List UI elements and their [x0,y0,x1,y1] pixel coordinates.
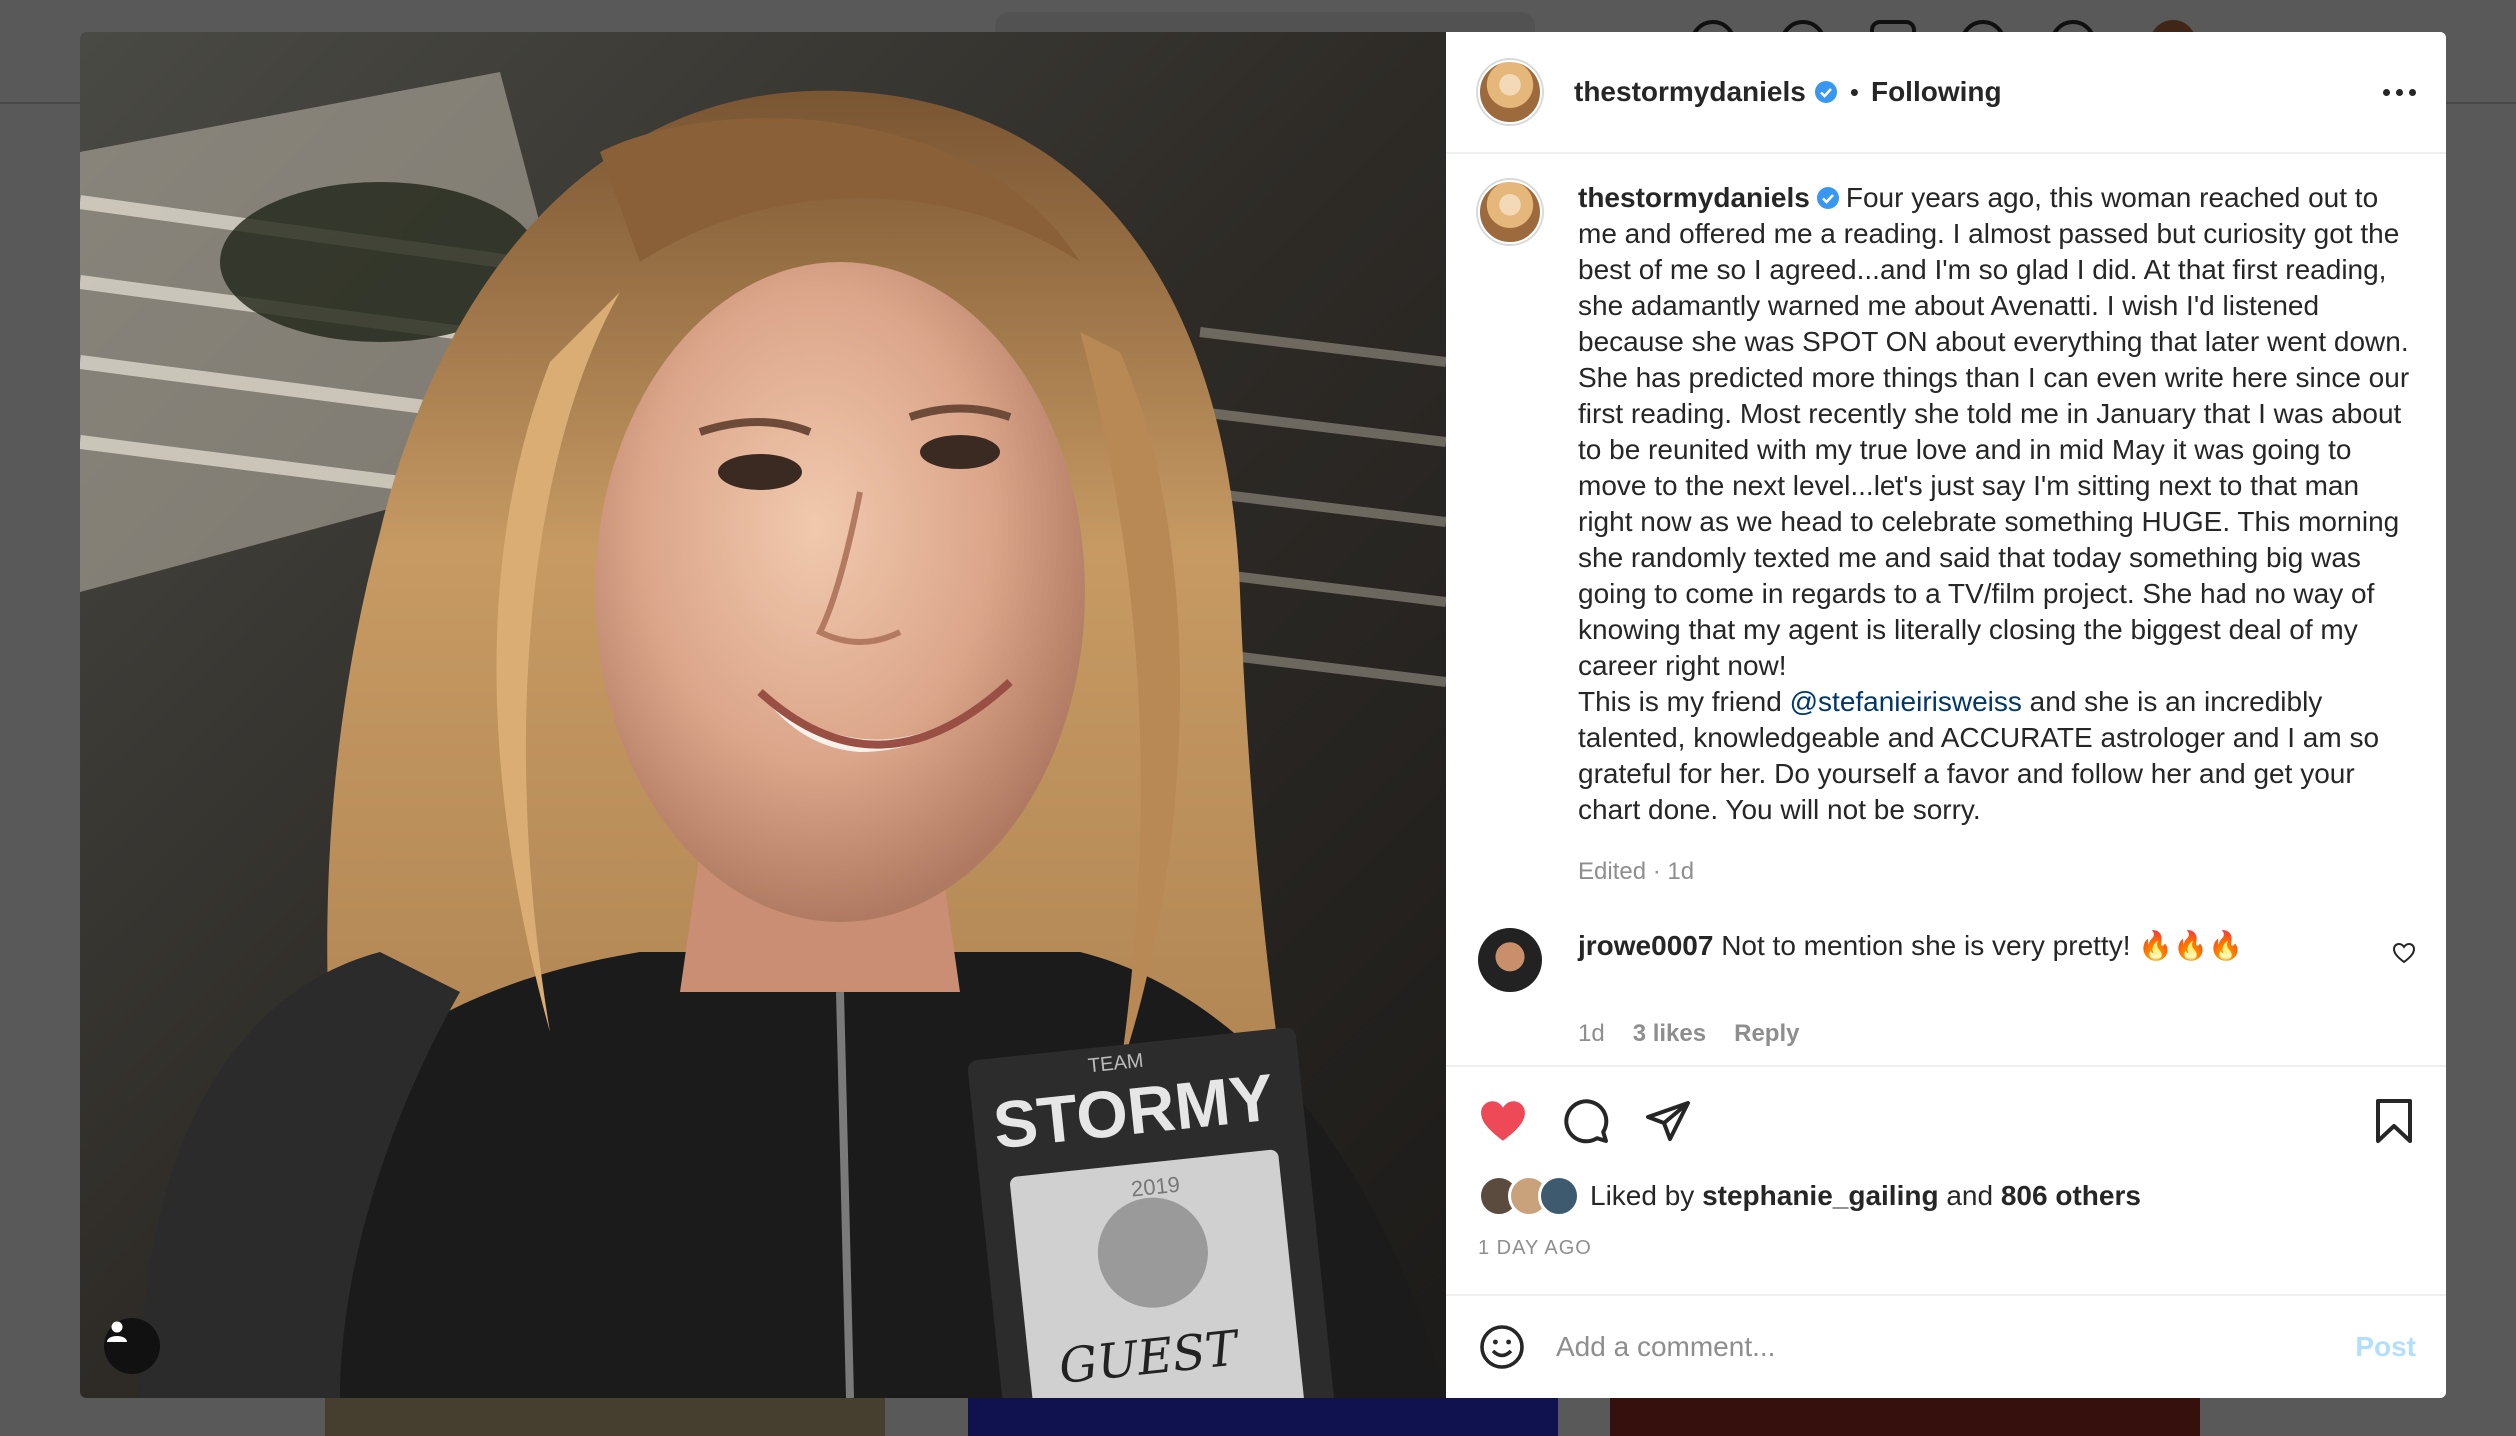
comment-age: 1d [1578,1020,1605,1047]
post-photo-illustration: TEAM STORMY 2019 GUEST [80,32,1446,1398]
post-header: thestormydaniels • Following [1446,32,2446,154]
post-modal: TEAM STORMY 2019 GUEST thestormydaniels … [80,32,2446,1398]
liker-avatar[interactable] [1538,1175,1580,1217]
add-comment-input[interactable]: Add a comment... [1556,1331,2355,1363]
verified-badge-icon [1814,81,1837,103]
following-button[interactable]: Following [1871,76,2002,108]
separator-dot: • [1849,76,1859,107]
liked-by-and: and [1946,1180,1994,1211]
user-tag-button[interactable] [104,1318,160,1374]
liked-by-user[interactable]: stephanie_gailing [1702,1180,1939,1212]
liked-by-prefix: Liked by [1590,1180,1695,1211]
comment-likes[interactable]: 3 likes [1633,1020,1706,1048]
post-comments-area[interactable]: thestormydaniels Four years ago, this wom… [1446,154,2446,1065]
post-side-panel: thestormydaniels • Following thestormyda… [1446,32,2446,1398]
mention-link[interactable]: @stefanieirisweiss [1790,686,2022,717]
more-icon[interactable] [2383,88,2416,96]
caption-username[interactable]: thestormydaniels [1578,182,1810,213]
post-comment-button[interactable]: Post [2355,1331,2416,1363]
caption-avatar[interactable] [1478,180,1542,244]
commenter-username[interactable]: jrowe0007 [1578,930,1713,961]
caption-main: Four years ago, this woman reached out t… [1578,182,2410,681]
comment-reply-button[interactable]: Reply [1734,1020,1799,1048]
comment-text-block: jrowe0007 Not to mention she is very pre… [1578,928,2278,992]
author-username[interactable]: thestormydaniels [1574,76,1806,108]
bookmark-icon[interactable] [2372,1097,2416,1145]
comment-icon[interactable] [1562,1097,1610,1145]
likes-summary: Liked by stephanie_gailing and 806 other… [1446,1175,2446,1217]
action-bar [1446,1065,2446,1175]
commenter-avatar[interactable] [1478,928,1542,992]
caption-text: thestormydaniels Four years ago, this wom… [1578,180,2416,828]
emoji-icon[interactable] [1478,1323,1526,1371]
share-icon[interactable] [1644,1097,1692,1145]
liked-by-others[interactable]: 806 others [2001,1180,2141,1212]
comment-like-heart-icon[interactable] [2392,942,2416,964]
liker-avatars [1478,1175,1580,1217]
add-comment-bar: Add a comment... Post [1446,1294,2446,1398]
caption-lead: This is my friend [1578,686,1782,717]
badge-year-text: 2019 [1130,1172,1181,1202]
caption-row: thestormydaniels Four years ago, this wom… [1478,180,2416,828]
post-photo[interactable]: TEAM STORMY 2019 GUEST [80,32,1446,1398]
author-avatar[interactable] [1478,60,1542,124]
edited-label: Edited · 1d [1578,858,1695,885]
comment-text: Not to mention she is very pretty! 🔥🔥🔥 [1721,930,2243,961]
verified-badge-icon [1816,187,1839,209]
comment-meta: 1d 3 likes Reply [1578,1020,2416,1048]
comment-row: jrowe0007 Not to mention she is very pre… [1478,928,2416,992]
post-timestamp[interactable]: 1 DAY AGO [1446,1217,2446,1294]
user-tag-icon [107,1321,127,1342]
heart-icon[interactable] [1478,1098,1528,1144]
